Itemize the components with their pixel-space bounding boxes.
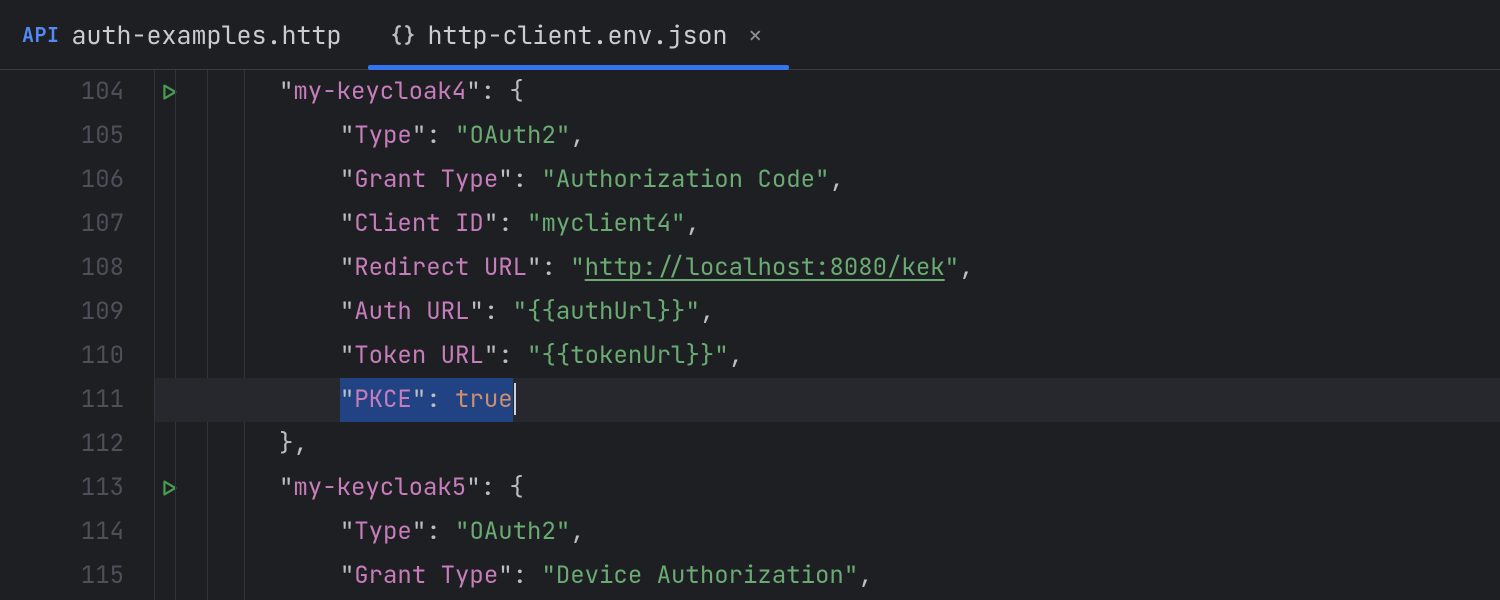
line-number: 113: [0, 466, 124, 510]
code-line[interactable]: "my-keycloak4": {: [279, 70, 1500, 114]
tab-http-client-env[interactable]: http-client.env.json ×: [368, 0, 790, 69]
code-line[interactable]: "Token URL": "{{tokenUrl}}",: [279, 334, 1500, 378]
code-editor[interactable]: 104105106107108109110111💡112113114115 "m…: [0, 70, 1500, 600]
json-file-icon: [390, 22, 416, 48]
line-number: 111💡: [0, 378, 124, 422]
tab-label: auth-examples.http: [72, 18, 342, 52]
line-number: 109: [0, 290, 124, 334]
line-number: 105: [0, 114, 124, 158]
code-line[interactable]: },: [279, 422, 1500, 466]
code-line[interactable]: "Client ID": "myclient4",: [279, 202, 1500, 246]
tab-bar: API auth-examples.http http-client.env.j…: [0, 0, 1500, 70]
code-line[interactable]: "Type": "OAuth2",: [279, 114, 1500, 158]
code-line[interactable]: "Auth URL": "{{authUrl}}",: [279, 290, 1500, 334]
text-caret: [514, 383, 516, 415]
fold-gutter: [155, 70, 245, 600]
line-number: 108: [0, 246, 124, 290]
line-number: 104: [0, 70, 124, 114]
code-area[interactable]: "my-keycloak4": { "Type": "OAuth2", "Gra…: [245, 70, 1500, 600]
tab-label: http-client.env.json: [428, 18, 728, 52]
code-line[interactable]: "my-keycloak5": {: [279, 466, 1500, 510]
code-line[interactable]: "Grant Type": "Device Authorization",: [279, 554, 1500, 598]
line-number: 110: [0, 334, 124, 378]
line-number: 106: [0, 158, 124, 202]
line-number: 112: [0, 422, 124, 466]
tab-auth-examples[interactable]: API auth-examples.http: [0, 0, 368, 69]
code-line[interactable]: "PKCE": true: [279, 378, 1500, 422]
code-line[interactable]: "Grant Type": "Authorization Code",: [279, 158, 1500, 202]
code-line[interactable]: "Type": "OAuth2",: [279, 510, 1500, 554]
line-number-gutter: 104105106107108109110111💡112113114115: [0, 70, 155, 600]
line-number: 107: [0, 202, 124, 246]
code-line[interactable]: "Redirect URL": "http://localhost:8080/k…: [279, 246, 1500, 290]
line-number: 115: [0, 554, 124, 598]
close-icon[interactable]: ×: [748, 22, 764, 48]
api-file-icon: API: [22, 22, 60, 48]
line-number: 114: [0, 510, 124, 554]
